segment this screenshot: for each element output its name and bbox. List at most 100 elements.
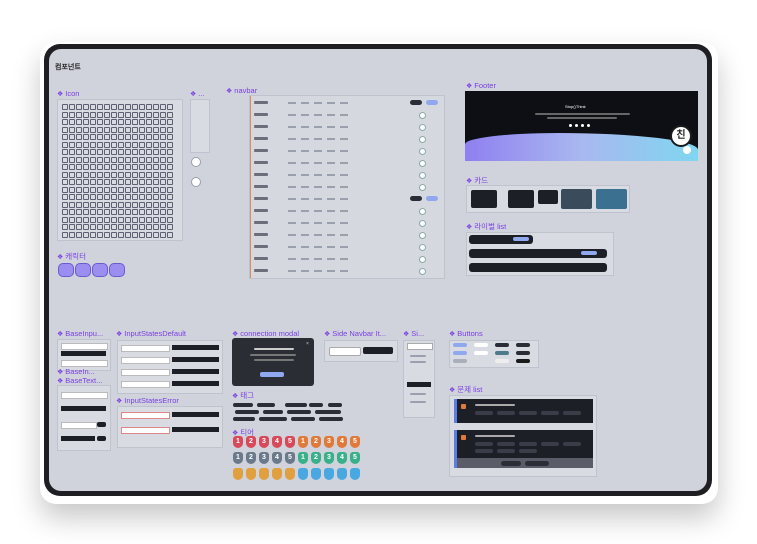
base-text-button[interactable]: [97, 436, 106, 441]
navbar-menu-item[interactable]: [288, 246, 296, 248]
navbar-menu-item[interactable]: [340, 174, 348, 176]
social-icon[interactable]: [569, 124, 572, 127]
base-text-field[interactable]: [61, 392, 108, 399]
navbar-menu-item[interactable]: [314, 258, 322, 260]
navbar-login-button[interactable]: [410, 196, 422, 201]
navbar-menu-item[interactable]: [314, 102, 322, 104]
navbar-menu-item[interactable]: [288, 126, 296, 128]
navbar-menu-item[interactable]: [288, 102, 296, 104]
navbar-menu-item[interactable]: [314, 114, 322, 116]
navbar-menu-item[interactable]: [327, 102, 335, 104]
problem-action-button[interactable]: [525, 461, 549, 466]
navbar-logo[interactable]: [254, 209, 268, 212]
navbar-menu-item[interactable]: [314, 186, 322, 188]
base-text-button[interactable]: [97, 422, 106, 427]
navbar-menu-item[interactable]: [288, 186, 296, 188]
navbar-menu-item[interactable]: [327, 186, 335, 188]
navbar-menu-item[interactable]: [340, 126, 348, 128]
teal-button[interactable]: [495, 351, 509, 355]
tag-chip[interactable]: [263, 410, 283, 414]
navbar-menu-item[interactable]: [327, 222, 335, 224]
navbar-menu-item[interactable]: [327, 174, 335, 176]
base-input-field[interactable]: [61, 343, 108, 350]
navbar-menu-item[interactable]: [301, 150, 309, 152]
social-icon[interactable]: [587, 124, 590, 127]
navbar-menu-item[interactable]: [327, 162, 335, 164]
avatar-icon[interactable]: [419, 232, 426, 239]
tag-chip[interactable]: [233, 417, 255, 421]
input-field-error[interactable]: [172, 427, 219, 432]
navbar-menu-item[interactable]: [288, 258, 296, 260]
navbar-menu-item[interactable]: [340, 186, 348, 188]
dark-button[interactable]: [495, 343, 509, 347]
avatar-icon[interactable]: [419, 244, 426, 251]
navbar-menu-item[interactable]: [314, 138, 322, 140]
base-input-field[interactable]: [61, 351, 106, 356]
avatar-icon[interactable]: [419, 136, 426, 143]
tag-chip[interactable]: [319, 417, 343, 421]
close-icon[interactable]: ×: [306, 341, 309, 347]
problem-item[interactable]: [454, 399, 593, 423]
base-text-field[interactable]: [61, 436, 95, 441]
navbar-menu-item[interactable]: [301, 126, 309, 128]
navbar-menu-item[interactable]: [301, 102, 309, 104]
avatar-icon[interactable]: [419, 112, 426, 119]
navbar-menu-item[interactable]: [340, 114, 348, 116]
input-field[interactable]: [121, 381, 170, 388]
card-item[interactable]: [471, 190, 497, 208]
base-text-field[interactable]: [61, 422, 97, 429]
input-field[interactable]: [172, 369, 219, 374]
navbar-signup-button[interactable]: [426, 100, 438, 105]
navbar-menu-item[interactable]: [301, 246, 309, 248]
navbar-menu-item[interactable]: [301, 270, 309, 272]
navbar-menu-item[interactable]: [314, 162, 322, 164]
navbar-menu-item[interactable]: [314, 234, 322, 236]
navbar-menu-item[interactable]: [288, 174, 296, 176]
tag-chip[interactable]: [257, 403, 275, 407]
navbar-menu-item[interactable]: [314, 174, 322, 176]
rival-item[interactable]: [469, 235, 533, 244]
base-input-field[interactable]: [61, 360, 108, 367]
navbar-menu-item[interactable]: [301, 162, 309, 164]
navbar-menu-item[interactable]: [301, 222, 309, 224]
tag-chip[interactable]: [285, 403, 307, 407]
navbar-menu-item[interactable]: [327, 114, 335, 116]
navbar-menu-item[interactable]: [301, 210, 309, 212]
input-field[interactable]: [121, 357, 170, 364]
disabled-button[interactable]: [453, 359, 467, 363]
navbar-menu-item[interactable]: [314, 222, 322, 224]
navbar-menu-item[interactable]: [301, 114, 309, 116]
navbar-menu-item[interactable]: [340, 150, 348, 152]
social-icon[interactable]: [575, 124, 578, 127]
navbar-logo[interactable]: [254, 173, 268, 176]
si-item[interactable]: [407, 382, 431, 387]
avatar-icon[interactable]: [419, 208, 426, 215]
navbar-menu-item[interactable]: [288, 198, 296, 200]
navbar-menu-item[interactable]: [340, 162, 348, 164]
navbar-menu-item[interactable]: [288, 270, 296, 272]
secondary-button[interactable]: [474, 343, 488, 347]
scroll-top-button[interactable]: [683, 146, 691, 154]
navbar-menu-item[interactable]: [288, 234, 296, 236]
rival-item[interactable]: [469, 263, 607, 272]
footer-chat-avatar[interactable]: 친: [670, 125, 692, 147]
navbar-logo[interactable]: [254, 233, 268, 236]
navbar-menu-item[interactable]: [288, 114, 296, 116]
input-field[interactable]: [172, 345, 219, 350]
navbar-logo[interactable]: [254, 185, 268, 188]
navbar-logo[interactable]: [254, 113, 268, 116]
light-button[interactable]: [495, 359, 509, 363]
navbar-menu-item[interactable]: [288, 162, 296, 164]
input-field[interactable]: [121, 369, 170, 376]
navbar-menu-item[interactable]: [340, 138, 348, 140]
navbar-logo[interactable]: [254, 197, 268, 200]
avatar-icon[interactable]: [419, 184, 426, 191]
navbar-menu-item[interactable]: [288, 150, 296, 152]
navbar-logo[interactable]: [254, 137, 268, 140]
avatar-icon[interactable]: [419, 124, 426, 131]
navbar-signup-button[interactable]: [426, 196, 438, 201]
rival-item[interactable]: [469, 249, 607, 258]
tag-chip[interactable]: [309, 403, 323, 407]
navbar-menu-item[interactable]: [340, 222, 348, 224]
navbar-menu-item[interactable]: [327, 270, 335, 272]
